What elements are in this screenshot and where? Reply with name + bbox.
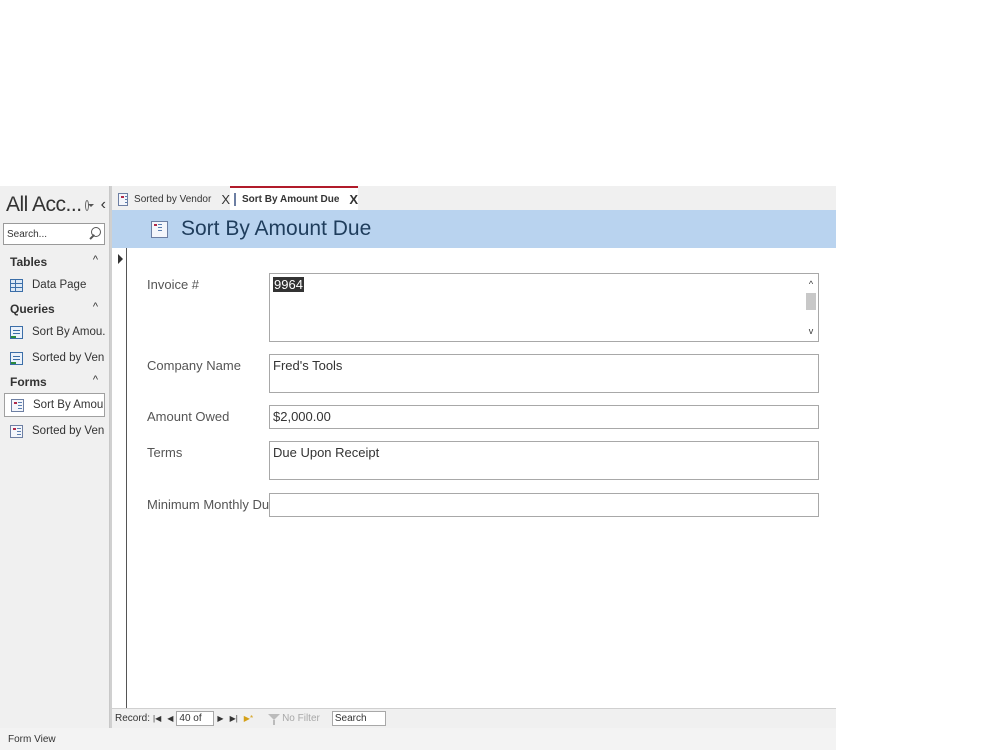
form-icon	[10, 424, 23, 438]
scroll-down-icon[interactable]: v	[804, 325, 818, 337]
company-name-value[interactable]: Fred's Tools	[273, 358, 342, 373]
query-icon	[10, 325, 23, 339]
document-area: Sorted by Vendor X Sort By Amount Due X …	[112, 186, 836, 738]
chevron-up-icon[interactable]: ^	[93, 374, 98, 386]
nav-item-label: Sorted by Ven...	[32, 425, 105, 437]
nav-item-form-sort-by-amount[interactable]: Sort By Amou...	[4, 393, 105, 417]
nav-item-label: Sort By Amou...	[33, 399, 105, 411]
tab-sort-by-amount-due[interactable]: Sort By Amount Due X	[230, 186, 358, 210]
chevron-up-icon[interactable]: ^	[93, 254, 98, 266]
record-label: Record:	[115, 713, 151, 724]
terms-value[interactable]: Due Upon Receipt	[273, 445, 379, 460]
filter-icon	[268, 713, 281, 725]
nav-search-input[interactable]	[4, 225, 86, 243]
scroll-up-icon[interactable]: ^	[804, 278, 818, 290]
minimum-monthly-due-label: Minimum Monthly Due	[147, 497, 277, 512]
tab-sorted-by-vendor[interactable]: Sorted by Vendor X	[114, 188, 230, 210]
form-title: Sort By Amount Due	[181, 217, 372, 240]
record-navigation-bar: Record: |◀ ◀ 40 of 40 ▶ ▶| ▶* No Filter …	[112, 708, 836, 738]
next-record-icon[interactable]: ▶	[217, 714, 223, 723]
navigation-pane: All Acc... ‹ Tables ^ Data Page Queries …	[0, 186, 110, 728]
nav-title[interactable]: All Acc...	[6, 193, 82, 217]
access-window: All Acc... ‹ Tables ^ Data Page Queries …	[0, 186, 836, 738]
form-icon	[234, 192, 236, 206]
company-name-label: Company Name	[147, 358, 241, 373]
last-record-icon[interactable]: ▶|	[230, 714, 238, 723]
new-record-icon[interactable]: ▶*	[244, 714, 253, 723]
filter-indicator[interactable]: No Filter	[268, 713, 320, 725]
current-record-box[interactable]: 40 of 40	[176, 711, 215, 738]
form-icon	[11, 398, 24, 412]
status-text: Form View	[8, 733, 56, 745]
form-header: Sort By Amount Due	[112, 210, 836, 248]
table-icon	[10, 278, 23, 292]
nav-header[interactable]: All Acc... ‹	[6, 192, 106, 218]
invoice-label: Invoice #	[147, 277, 200, 292]
status-bar: Form View	[0, 728, 836, 750]
record-search-box[interactable]: Search	[331, 711, 386, 726]
filter-label: No Filter	[282, 713, 320, 724]
nav-item-form-sorted-by-vendor[interactable]: Sorted by Ven...	[4, 419, 105, 443]
nav-dropdown-icon[interactable]	[84, 199, 94, 211]
tab-label: Sorted by Vendor	[134, 193, 212, 205]
invoice-value[interactable]: 9964	[273, 277, 304, 292]
record-selector[interactable]	[112, 248, 127, 708]
nav-search-box[interactable]	[3, 223, 105, 245]
previous-record-icon[interactable]: ◀	[167, 714, 173, 723]
nav-item-label: Sort By Amou...	[32, 326, 105, 338]
invoice-scrollbar[interactable]: ^ v	[804, 274, 818, 341]
search-icon[interactable]	[86, 225, 102, 243]
nav-item-label: Sorted by Ven...	[32, 352, 105, 364]
tab-label: Sort By Amount Due	[242, 193, 340, 205]
company-name-field[interactable]: Fred's Tools	[269, 354, 819, 393]
close-tab-icon[interactable]: X	[221, 192, 230, 207]
nav-item-query-sorted-by-vendor[interactable]: Sorted by Ven...	[4, 346, 105, 370]
nav-item-label: Data Page	[32, 279, 87, 291]
group-forms-label: Forms	[10, 375, 47, 389]
amount-owed-value[interactable]: $2,000.00	[273, 409, 331, 424]
scroll-thumb[interactable]	[806, 293, 816, 310]
minimum-monthly-due-field[interactable]	[269, 493, 819, 517]
terms-label: Terms	[147, 445, 183, 460]
query-icon	[10, 351, 23, 365]
first-record-icon[interactable]: |◀	[153, 714, 161, 723]
amount-owed-field[interactable]: $2,000.00	[269, 405, 819, 429]
nav-item-data-page[interactable]: Data Page	[4, 273, 105, 297]
nav-item-query-sort-by-amount[interactable]: Sort By Amou...	[4, 320, 105, 344]
close-tab-icon[interactable]: X	[349, 192, 358, 207]
terms-field[interactable]: Due Upon Receipt	[269, 441, 819, 480]
invoice-field[interactable]: 9964 ^ v	[269, 273, 819, 342]
form-icon	[118, 192, 129, 206]
collapse-pane-icon[interactable]: ‹	[101, 196, 106, 214]
amount-owed-label: Amount Owed	[147, 409, 230, 424]
group-forms[interactable]: Forms ^	[10, 372, 106, 392]
form-icon	[151, 220, 168, 238]
group-queries-label: Queries	[10, 302, 55, 316]
document-tabs: Sorted by Vendor X Sort By Amount Due X	[112, 186, 836, 210]
chevron-up-icon[interactable]: ^	[93, 301, 98, 313]
group-tables[interactable]: Tables ^	[10, 252, 106, 272]
group-tables-label: Tables	[10, 255, 48, 269]
group-queries[interactable]: Queries ^	[10, 299, 106, 319]
